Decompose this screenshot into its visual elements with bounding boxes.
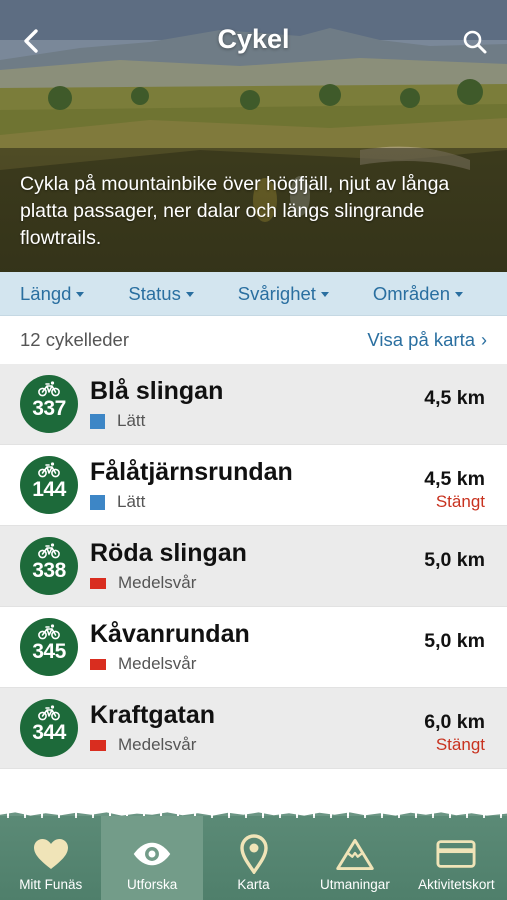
difficulty-swatch bbox=[90, 739, 106, 751]
filter-status[interactable]: Status bbox=[128, 282, 194, 305]
trail-number: 345 bbox=[32, 640, 66, 663]
trail-list: 337 Blå slingan Lätt 4,5 km 144 Fålåtjär… bbox=[0, 364, 507, 769]
difficulty-swatch bbox=[90, 494, 105, 510]
filter-label: Områden bbox=[372, 282, 450, 304]
difficulty-label: Lätt bbox=[117, 492, 146, 511]
trail-row[interactable]: 345 Kåvanrundan Medelsvår 5,0 km bbox=[0, 607, 507, 688]
difficulty-swatch bbox=[90, 413, 105, 429]
tab-label: Utforska bbox=[126, 877, 178, 892]
trail-badge: 345 bbox=[20, 618, 78, 676]
caret-down-icon bbox=[320, 292, 329, 297]
trail-name: Röda slingan bbox=[90, 539, 247, 567]
filter-length[interactable]: Längd bbox=[20, 282, 85, 305]
trail-distance: 5,0 km bbox=[424, 549, 485, 571]
trail-badge: 338 bbox=[20, 537, 78, 595]
trail-difficulty: Medelsvår bbox=[90, 654, 196, 674]
trail-distance: 6,0 km bbox=[424, 711, 485, 733]
trail-difficulty: Medelsvår bbox=[90, 735, 196, 755]
trail-row[interactable]: 344 Kraftgatan Medelsvår 6,0 km Stängt bbox=[0, 688, 507, 769]
trail-name: Blå slingan bbox=[90, 377, 224, 405]
trail-badge: 337 bbox=[20, 375, 78, 433]
chevron-right-icon: › bbox=[481, 329, 487, 350]
tab-utforska[interactable]: Utforska bbox=[101, 816, 203, 900]
trail-difficulty: Lätt bbox=[90, 492, 145, 512]
bicycle-icon bbox=[38, 705, 60, 721]
difficulty-swatch bbox=[90, 577, 106, 589]
bicycle-icon bbox=[38, 624, 60, 640]
filter-areas[interactable]: Områden bbox=[373, 283, 463, 305]
caret-down-icon bbox=[185, 292, 194, 297]
tab-karta[interactable]: Karta bbox=[203, 816, 304, 900]
trail-row[interactable]: 338 Röda slingan Medelsvår 5,0 km bbox=[0, 526, 507, 607]
trail-name: Kraftgatan bbox=[90, 701, 216, 729]
filter-label: Status bbox=[128, 282, 181, 304]
trail-distance: 4,5 km bbox=[424, 468, 485, 490]
trail-difficulty: Medelsvår bbox=[90, 573, 196, 593]
trail-badge: 144 bbox=[20, 456, 78, 514]
trail-name: Fålåtjärnsrundan bbox=[90, 458, 293, 486]
hero-description: Cykla på mountainbike över högfjäll, nju… bbox=[20, 173, 450, 249]
results-summary: 12 cykelleder Visa på karta › bbox=[0, 316, 507, 364]
caret-down-icon bbox=[455, 292, 463, 297]
trail-name: Kåvanrundan bbox=[90, 620, 250, 648]
filter-label: Svårighet bbox=[237, 282, 316, 304]
difficulty-label: Medelsvår bbox=[118, 735, 197, 754]
tab-label: Mitt Funäs bbox=[19, 877, 83, 892]
tab-bar: Mitt Funäs Utforska Karta Utmaningar Akt… bbox=[0, 816, 507, 900]
tab-label: Utmaningar bbox=[320, 877, 390, 892]
eye-icon bbox=[133, 842, 171, 866]
trail-status: Stängt bbox=[435, 492, 485, 511]
tab-label: Karta bbox=[237, 877, 270, 892]
map-link-label: Visa på karta bbox=[367, 329, 475, 350]
difficulty-label: Medelsvår bbox=[118, 573, 197, 592]
search-button[interactable] bbox=[459, 26, 491, 58]
results-count: 12 cykelleder bbox=[20, 329, 130, 350]
trail-status: Stängt bbox=[435, 735, 485, 754]
tab-utmaningar[interactable]: Utmaningar bbox=[304, 816, 405, 900]
trail-distance: 5,0 km bbox=[424, 630, 485, 652]
filter-bar: Längd Status Svårighet Områden bbox=[0, 272, 507, 316]
tab-aktivitetskort[interactable]: Aktivitetskort bbox=[406, 816, 507, 900]
filter-difficulty[interactable]: Svårighet bbox=[238, 283, 329, 305]
bicycle-icon bbox=[38, 543, 60, 559]
trail-distance: 4,5 km bbox=[424, 387, 485, 409]
heart-icon bbox=[33, 839, 68, 869]
search-icon bbox=[463, 30, 487, 54]
bicycle-icon bbox=[38, 462, 60, 478]
show-on-map-link[interactable]: Visa på karta › bbox=[367, 329, 487, 351]
mountain-icon bbox=[336, 838, 374, 871]
trail-difficulty: Lätt bbox=[90, 411, 145, 431]
caret-down-icon bbox=[76, 292, 85, 297]
trail-badge: 344 bbox=[20, 699, 78, 757]
page-title: Cykel bbox=[217, 24, 290, 54]
difficulty-swatch bbox=[90, 658, 106, 670]
bicycle-icon bbox=[38, 381, 60, 397]
tab-label: Aktivitetskort bbox=[418, 877, 495, 892]
filter-label: Längd bbox=[20, 282, 72, 304]
trail-row[interactable]: 144 Fålåtjärnsrundan Lätt 4,5 km Stängt bbox=[0, 445, 507, 526]
tab-mitt-funas[interactable]: Mitt Funäs bbox=[0, 816, 101, 900]
card-icon bbox=[436, 840, 476, 868]
difficulty-label: Lätt bbox=[117, 411, 146, 430]
trail-number: 337 bbox=[32, 397, 66, 420]
trail-row[interactable]: 337 Blå slingan Lätt 4,5 km bbox=[0, 364, 507, 445]
trail-number: 338 bbox=[32, 559, 66, 582]
trail-number: 344 bbox=[32, 721, 66, 744]
map-pin-icon bbox=[239, 834, 268, 874]
trail-number: 144 bbox=[32, 478, 66, 501]
difficulty-label: Medelsvår bbox=[118, 654, 197, 673]
